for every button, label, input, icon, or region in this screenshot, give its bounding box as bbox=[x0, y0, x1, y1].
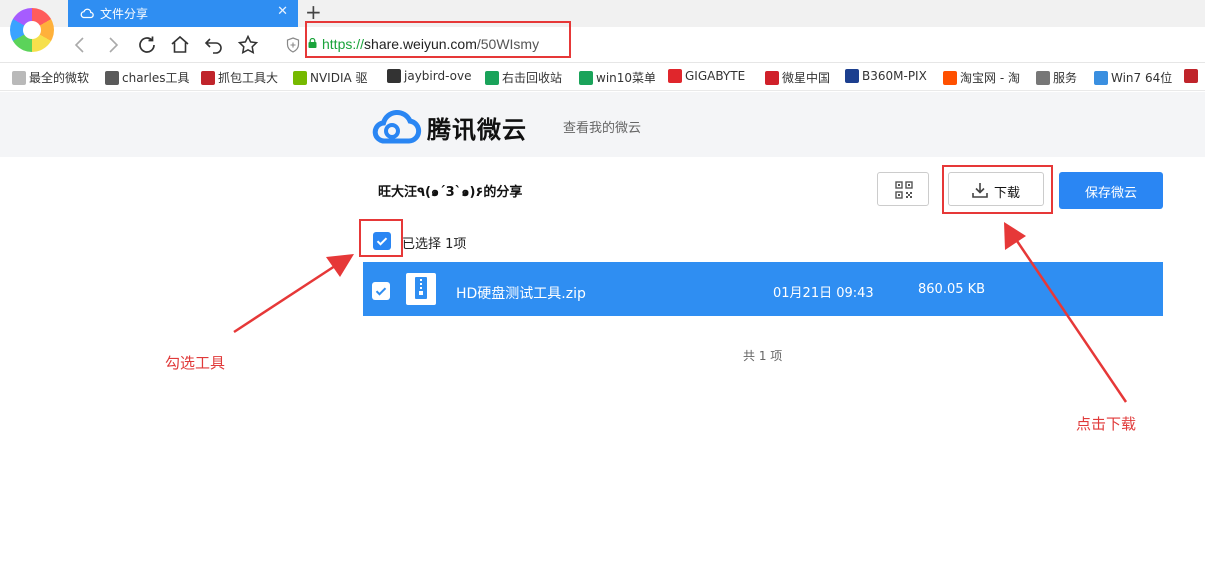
bookmark-favicon-icon bbox=[387, 69, 401, 83]
favorite-star-icon[interactable] bbox=[236, 33, 260, 57]
bookmark-favicon-icon bbox=[668, 69, 682, 83]
bookmark-item[interactable]: charles工具 bbox=[105, 69, 189, 85]
zip-file-icon bbox=[406, 273, 436, 305]
browser-logo-icon[interactable] bbox=[10, 8, 54, 52]
bookmark-item[interactable]: 微星中国 bbox=[765, 69, 835, 85]
bookmark-item[interactable]: 淘宝网 - 淘 bbox=[943, 69, 1025, 85]
download-highlight-box bbox=[942, 165, 1053, 214]
file-date: 01月21日 09:43 bbox=[773, 286, 874, 301]
home-icon[interactable] bbox=[168, 33, 192, 57]
click-download-hint: 点击下载 bbox=[1076, 415, 1137, 433]
select-tool-hint: 勾选工具 bbox=[165, 354, 226, 372]
close-tab-icon[interactable]: ✕ bbox=[277, 4, 288, 19]
bookmark-overflow-icon[interactable] bbox=[1184, 69, 1202, 85]
weiyun-logo-icon[interactable] bbox=[372, 109, 422, 145]
bookmark-item[interactable]: 右击回收站 bbox=[485, 69, 565, 85]
url-highlight-box bbox=[305, 21, 571, 58]
refresh-icon[interactable] bbox=[135, 33, 159, 57]
bookmark-favicon-icon bbox=[845, 69, 859, 83]
bookmark-label: charles工具 bbox=[122, 71, 189, 85]
bookmarks-bar: 最全的微软 charles工具 抓包工具大 NVIDIA 驱 jaybird-o… bbox=[0, 63, 1205, 91]
tab-title: 文件分享 bbox=[100, 7, 149, 21]
bookmark-label: 淘宝网 - 淘 bbox=[960, 71, 1020, 85]
bookmark-item[interactable]: Win7 64位 bbox=[1094, 69, 1174, 85]
bookmark-favicon-icon bbox=[579, 71, 593, 85]
bookmark-item[interactable]: win10菜单 bbox=[579, 69, 655, 85]
bookmark-label: win10菜单 bbox=[596, 71, 655, 85]
save-to-weiyun-label: 保存微云 bbox=[1084, 186, 1137, 201]
browser-toolbar: https://share.weiyun.com/50WIsmy bbox=[0, 27, 1205, 63]
bookmark-favicon-icon bbox=[293, 71, 307, 85]
back-icon[interactable] bbox=[68, 33, 92, 57]
bookmark-item[interactable]: NVIDIA 驱 bbox=[293, 69, 373, 85]
bookmark-label: Win7 64位 bbox=[1111, 71, 1173, 85]
shield-icon bbox=[286, 37, 300, 53]
bookmark-label: NVIDIA 驱 bbox=[310, 71, 368, 85]
bookmark-favicon-icon bbox=[485, 71, 499, 85]
file-name[interactable]: HD硬盘测试工具.zip bbox=[456, 283, 586, 303]
bookmark-favicon-icon bbox=[1184, 69, 1198, 83]
weiyun-logo-text[interactable]: 腾讯微云 bbox=[427, 110, 527, 145]
bookmark-favicon-icon bbox=[943, 71, 957, 85]
bookmark-favicon-icon bbox=[1036, 71, 1050, 85]
bookmark-favicon-icon bbox=[12, 71, 26, 85]
bookmark-label: GIGABYTE bbox=[685, 69, 746, 83]
checkbox-highlight-box bbox=[359, 219, 403, 257]
bookmark-favicon-icon bbox=[1094, 71, 1108, 85]
file-size: 860.05 KB bbox=[918, 282, 986, 297]
arrow-to-checkbox-icon bbox=[233, 254, 354, 334]
bookmark-favicon-icon bbox=[201, 71, 215, 85]
qr-code-button[interactable] bbox=[877, 172, 929, 206]
bookmark-label: 抓包工具大 bbox=[218, 71, 279, 85]
bookmark-label: 最全的微软 bbox=[29, 71, 90, 85]
new-tab-button[interactable]: + bbox=[305, 1, 322, 23]
forward-icon[interactable] bbox=[101, 33, 125, 57]
file-checkbox[interactable] bbox=[372, 282, 390, 300]
bookmark-item[interactable]: 抓包工具大 bbox=[201, 69, 279, 85]
bookmark-favicon-icon bbox=[765, 71, 779, 85]
cloud-icon bbox=[80, 8, 94, 19]
bookmark-label: jaybird-ove bbox=[404, 69, 472, 83]
bookmark-item[interactable]: jaybird-ove bbox=[387, 69, 473, 85]
tab-file-share[interactable]: 文件分享 ✕ bbox=[68, 0, 298, 27]
bookmark-item[interactable]: B360M-PIX bbox=[845, 69, 931, 85]
checkmark-icon bbox=[375, 287, 387, 296]
bookmark-label: 服务 bbox=[1053, 71, 1078, 85]
undo-close-icon[interactable] bbox=[202, 33, 226, 57]
selected-count-text: 已选择 1项 bbox=[402, 237, 467, 252]
bookmark-label: B360M-PIX bbox=[862, 69, 927, 83]
file-row[interactable]: HD硬盘测试工具.zip 01月21日 09:43 860.05 KB bbox=[363, 262, 1163, 316]
bookmark-item[interactable]: 服务 bbox=[1036, 69, 1086, 85]
bookmark-label: 微星中国 bbox=[782, 71, 831, 85]
total-count-text: 共 1 项 bbox=[743, 349, 783, 363]
bookmark-label: 右击回收站 bbox=[502, 71, 563, 85]
save-to-weiyun-button[interactable]: 保存微云 bbox=[1059, 172, 1163, 209]
bookmark-item[interactable]: 最全的微软 bbox=[12, 69, 92, 85]
view-my-weiyun-link[interactable]: 查看我的微云 bbox=[563, 117, 641, 136]
share-title: 旺大汪٩(๑´3`๑)۶的分享 bbox=[378, 185, 523, 200]
bookmark-item[interactable]: GIGABYTE bbox=[668, 69, 750, 85]
qr-code-icon bbox=[895, 181, 913, 199]
bookmark-favicon-icon bbox=[105, 71, 119, 85]
